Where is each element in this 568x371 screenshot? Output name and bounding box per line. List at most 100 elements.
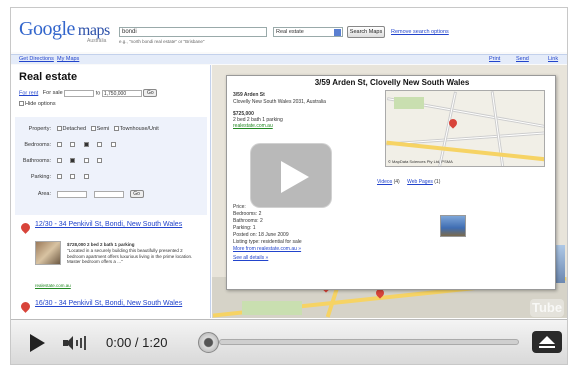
area-row: Area: Go — [21, 190, 144, 198]
map-street — [438, 91, 457, 166]
bathrooms-label: Bathrooms: — [22, 158, 51, 164]
property-detached-checkbox[interactable] — [56, 126, 62, 132]
web-pages-tab[interactable]: Web Pages — [407, 179, 433, 185]
area-go-button[interactable]: Go — [129, 190, 144, 198]
seek-bar[interactable] — [219, 339, 519, 345]
result-marker-icon[interactable] — [19, 221, 32, 234]
property-detached-label: Detached — [62, 126, 87, 132]
info-detail: Bathrooms: 2 — [233, 218, 263, 224]
info-window-title: 3/59 Arden St, Clovelly New South Wales — [314, 78, 470, 87]
area-max-input[interactable] — [94, 190, 125, 198]
property-semi-checkbox[interactable] — [90, 126, 96, 132]
bathrooms-checkbox[interactable] — [56, 158, 62, 164]
info-source-link[interactable]: realestate.com.au — [233, 123, 273, 130]
map-park — [242, 301, 302, 315]
property-semi-label: Semi — [96, 126, 110, 132]
parking-checkbox[interactable] — [56, 174, 62, 180]
videos-tab[interactable]: Videos — [377, 179, 392, 185]
web-pages-count: (1) — [434, 179, 441, 185]
info-tabs: Videos (4) Web Pages (1) — [377, 179, 440, 186]
info-detail: Price: — [233, 204, 246, 210]
parking-label: Parking: — [30, 174, 51, 180]
search-options: Property: Detached Semi Townhouse/Unit B… — [15, 117, 207, 215]
maps-header: Google maps Australia bondi e.g., "north … — [11, 8, 567, 52]
property-townhouse-label: Townhouse/Unit — [119, 126, 159, 132]
video-viewport[interactable]: Google maps Australia bondi e.g., "north … — [11, 8, 567, 318]
property-row: Property: Detached Semi Townhouse/Unit — [21, 126, 159, 132]
property-townhouse-checkbox[interactable] — [113, 126, 119, 132]
area-min-input[interactable] — [56, 190, 87, 198]
maps-toolbar: Get Directions My Maps Print Send Link — [11, 54, 567, 64]
volume-level-bar — [80, 338, 82, 348]
volume-level-bar — [76, 340, 78, 346]
result-title[interactable]: 16/30 - 34 Penkivil St, Bondi, New South… — [35, 300, 205, 308]
result-marker-icon[interactable] — [19, 300, 32, 313]
fullscreen-button[interactable] — [532, 331, 562, 353]
property-photo[interactable] — [440, 215, 466, 237]
bathrooms-row: Bathrooms: — [21, 158, 103, 164]
for-rent-link[interactable]: For rent — [19, 90, 38, 96]
hide-options-label: Hide options — [25, 101, 56, 107]
category-value: Real estate — [276, 29, 304, 35]
eject-icon — [539, 336, 555, 344]
hide-options-row: Hide options — [19, 101, 56, 107]
my-maps-link[interactable]: My Maps — [57, 56, 79, 62]
category-select[interactable]: Real estate — [273, 27, 343, 37]
price-go-button[interactable]: Go — [143, 89, 158, 97]
result-thumbnail[interactable] — [35, 241, 61, 265]
result-title[interactable]: 12/30 - 34 Penkivil St, Bondi, New South… — [35, 221, 205, 229]
map-park — [394, 97, 424, 109]
hide-options-checkbox[interactable] — [19, 101, 24, 107]
panel-heading: Real estate — [19, 71, 78, 83]
see-all-details-link[interactable]: See all details » — [233, 255, 268, 262]
bedrooms-checkbox[interactable] — [70, 142, 76, 148]
video-frame: Google maps Australia bondi e.g., "north … — [10, 7, 568, 365]
parking-checkbox[interactable] — [70, 174, 76, 180]
bedrooms-checkbox[interactable] — [83, 142, 89, 148]
price-min-input[interactable] — [64, 89, 95, 97]
info-detail: Listing type: residential for sale — [233, 239, 302, 245]
more-from-link[interactable]: More from realestate.com.au » — [233, 246, 301, 253]
volume-button[interactable] — [63, 336, 87, 350]
bedrooms-checkbox[interactable] — [110, 142, 116, 148]
bathrooms-checkbox[interactable] — [70, 158, 76, 164]
speaker-cone-icon — [66, 336, 73, 350]
result-source-link[interactable]: realestate.com.au — [35, 283, 155, 289]
bathrooms-checkbox[interactable] — [97, 158, 103, 164]
player-controls: 0:00 / 1:20 — [11, 319, 567, 364]
get-directions-link[interactable]: Get Directions — [19, 56, 54, 62]
logo-maps-text: maps — [77, 22, 110, 39]
info-detail: Posted on: 18 June 2009 — [233, 232, 289, 238]
price-to-label: to — [95, 90, 101, 97]
seek-handle[interactable] — [198, 332, 219, 353]
price-row: For rent For sale to 1,750,000 Go — [19, 89, 158, 97]
for-sale-label: For sale — [42, 90, 63, 97]
time-display: 0:00 / 1:20 — [106, 335, 168, 350]
search-maps-button[interactable]: Search Maps — [347, 26, 385, 38]
logo-text: Google — [19, 18, 75, 40]
bedrooms-label: Bedrooms: — [24, 142, 51, 148]
send-link[interactable]: Send — [516, 56, 529, 62]
bedrooms-row: Bedrooms: — [21, 142, 117, 148]
link-link[interactable]: Link — [548, 56, 558, 62]
info-mini-map[interactable]: © MapData Sciences Pty Ltd, PSMA — [385, 90, 545, 167]
area-label: Area: — [37, 191, 51, 198]
info-detail: Bedrooms: 2 — [233, 211, 262, 217]
chevron-down-icon — [334, 29, 341, 36]
map-copyright: © MapData Sciences Pty Ltd, PSMA — [388, 159, 453, 164]
search-hint: e.g., "north bondi real estate" or "Bris… — [119, 39, 205, 44]
parking-checkbox[interactable] — [83, 174, 89, 180]
price-max-input[interactable]: 1,750,000 — [101, 89, 142, 97]
bedrooms-checkbox[interactable] — [97, 142, 103, 148]
bedrooms-checkbox[interactable] — [56, 142, 62, 148]
print-link[interactable]: Print — [489, 56, 500, 62]
info-detail: Parking: 1 — [233, 225, 256, 231]
remove-search-options-link[interactable]: Remove search options — [391, 29, 449, 35]
bathrooms-checkbox[interactable] — [83, 158, 89, 164]
maps-search-input[interactable]: bondi — [119, 27, 267, 37]
play-button[interactable] — [30, 334, 45, 352]
youtube-watermark: Tube — [532, 300, 563, 315]
play-overlay-button[interactable] — [250, 143, 332, 208]
play-icon — [281, 161, 309, 193]
info-address-line1: 3/59 Arden St — [233, 92, 265, 98]
